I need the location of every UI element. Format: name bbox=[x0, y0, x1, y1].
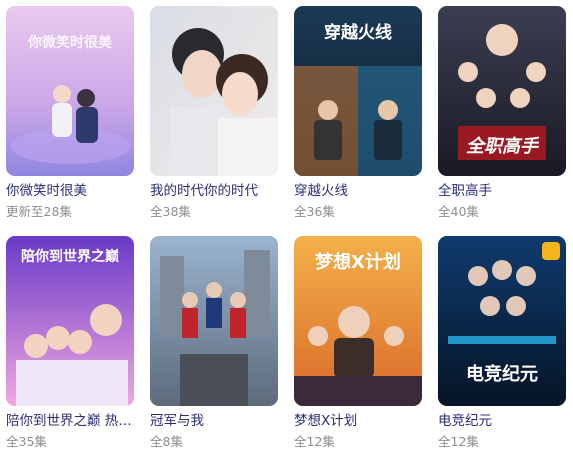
show-title[interactable]: 陪你到世界之巅 热… bbox=[6, 412, 134, 430]
show-title[interactable]: 我的时代你的时代 bbox=[150, 182, 278, 200]
show-card[interactable]: 穿越火线 穿越火线 全36集 bbox=[294, 6, 422, 220]
show-title[interactable]: 梦想X计划 bbox=[294, 412, 422, 430]
show-poster[interactable] bbox=[150, 6, 278, 176]
episode-count: 全40集 bbox=[438, 204, 479, 219]
show-card[interactable]: 全职高手 全职高手 全40集 bbox=[438, 6, 566, 220]
episode-count: 全35集 bbox=[6, 434, 47, 449]
show-card[interactable]: 电竞纪元 电竞纪元 全12集 bbox=[438, 236, 566, 450]
show-poster[interactable]: 全职高手 bbox=[438, 6, 566, 176]
show-title[interactable]: 全职高手 bbox=[438, 182, 566, 200]
show-poster[interactable]: 梦想X计划 bbox=[294, 236, 422, 406]
show-title[interactable]: 穿越火线 bbox=[294, 182, 422, 200]
show-card[interactable]: 你微笑时很美 你微笑时很美 更新至28集 bbox=[6, 6, 134, 220]
episode-count: 全38集 bbox=[150, 204, 191, 219]
show-card[interactable]: 我的时代你的时代 全38集 bbox=[150, 6, 278, 220]
show-title[interactable]: 冠军与我 bbox=[150, 412, 278, 430]
show-poster[interactable] bbox=[150, 236, 278, 406]
episode-count: 更新至28集 bbox=[6, 204, 72, 219]
show-poster[interactable]: 穿越火线 bbox=[294, 6, 422, 176]
show-title[interactable]: 你微笑时很美 bbox=[6, 182, 134, 200]
episode-count: 全36集 bbox=[294, 204, 335, 219]
show-card[interactable]: 冠军与我 全8集 bbox=[150, 236, 278, 450]
show-card[interactable]: 陪你到世界之巅 陪你到世界之巅 热… 全35集 bbox=[6, 236, 134, 450]
episode-count: 全12集 bbox=[438, 434, 479, 449]
show-poster[interactable]: 电竞纪元 bbox=[438, 236, 566, 406]
show-poster[interactable]: 陪你到世界之巅 bbox=[6, 236, 134, 406]
show-grid: 你微笑时很美 你微笑时很美 更新至28集 我的时代你的时代 全38集 穿越火线 … bbox=[0, 0, 573, 458]
show-card[interactable]: 梦想X计划 梦想X计划 全12集 bbox=[294, 236, 422, 450]
show-poster[interactable]: 你微笑时很美 bbox=[6, 6, 134, 176]
episode-count: 全8集 bbox=[150, 434, 183, 449]
show-title[interactable]: 电竞纪元 bbox=[438, 412, 566, 430]
episode-count: 全12集 bbox=[294, 434, 335, 449]
